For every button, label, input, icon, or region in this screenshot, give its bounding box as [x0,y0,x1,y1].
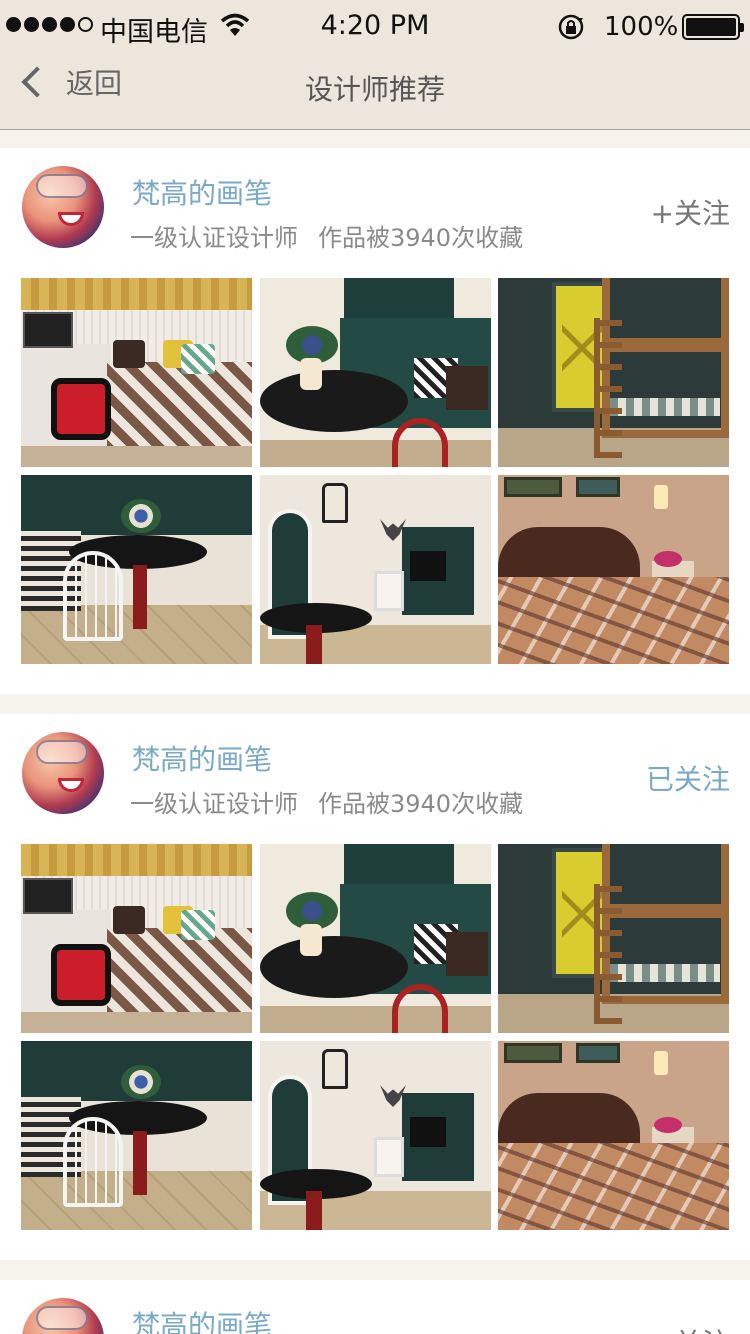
avatar[interactable] [22,166,104,248]
designer-card[interactable]: 梵高的画笔 一级认证设计师 作品被3940次收藏 +关注 [0,148,750,694]
battery-percent: 100% [604,12,679,42]
work-photo[interactable] [498,475,729,664]
designer-favorites: 作品被3940次收藏 [318,790,524,818]
avatar[interactable] [22,1298,104,1334]
following-button[interactable]: 已关注 [646,758,730,798]
work-photo[interactable] [498,1041,729,1230]
designer-meta: 一级认证设计师 作品被3940次收藏 [130,784,523,819]
work-photo[interactable] [260,844,491,1033]
work-photo[interactable] [260,278,491,467]
designer-card[interactable]: 梵高的画笔 关注 [0,1280,750,1334]
designer-level: 一级认证设计师 [130,790,298,818]
follow-button[interactable]: 关注 [674,1322,730,1334]
work-photo[interactable] [21,844,252,1033]
designer-name[interactable]: 梵高的画笔 [132,172,272,212]
designer-meta: 一级认证设计师 作品被3940次收藏 [130,218,523,253]
work-photo[interactable] [260,475,491,664]
follow-button[interactable]: +关注 [651,192,730,232]
work-photo[interactable] [21,475,252,664]
work-photo[interactable] [21,278,252,467]
avatar[interactable] [22,732,104,814]
top-bar: 中国电信 4:20 PM 100% 返回 设计师推荐 [0,0,750,130]
designer-favorites: 作品被3940次收藏 [318,224,524,252]
designer-name[interactable]: 梵高的画笔 [132,738,272,778]
rotation-lock-icon [556,12,586,46]
battery-icon [682,14,744,40]
work-photo[interactable] [498,844,729,1033]
work-photo[interactable] [260,1041,491,1230]
page-title: 设计师推荐 [304,73,445,106]
status-bar: 中国电信 4:20 PM 100% [0,0,750,54]
designer-level: 一级认证设计师 [130,224,298,252]
work-photo[interactable] [21,1041,252,1230]
designer-name[interactable]: 梵高的画笔 [132,1304,272,1334]
work-photo[interactable] [498,278,729,467]
designer-card[interactable]: 梵高的画笔 一级认证设计师 作品被3940次收藏 已关注 [0,714,750,1260]
work-gallery [21,278,729,664]
work-gallery [21,844,729,1230]
